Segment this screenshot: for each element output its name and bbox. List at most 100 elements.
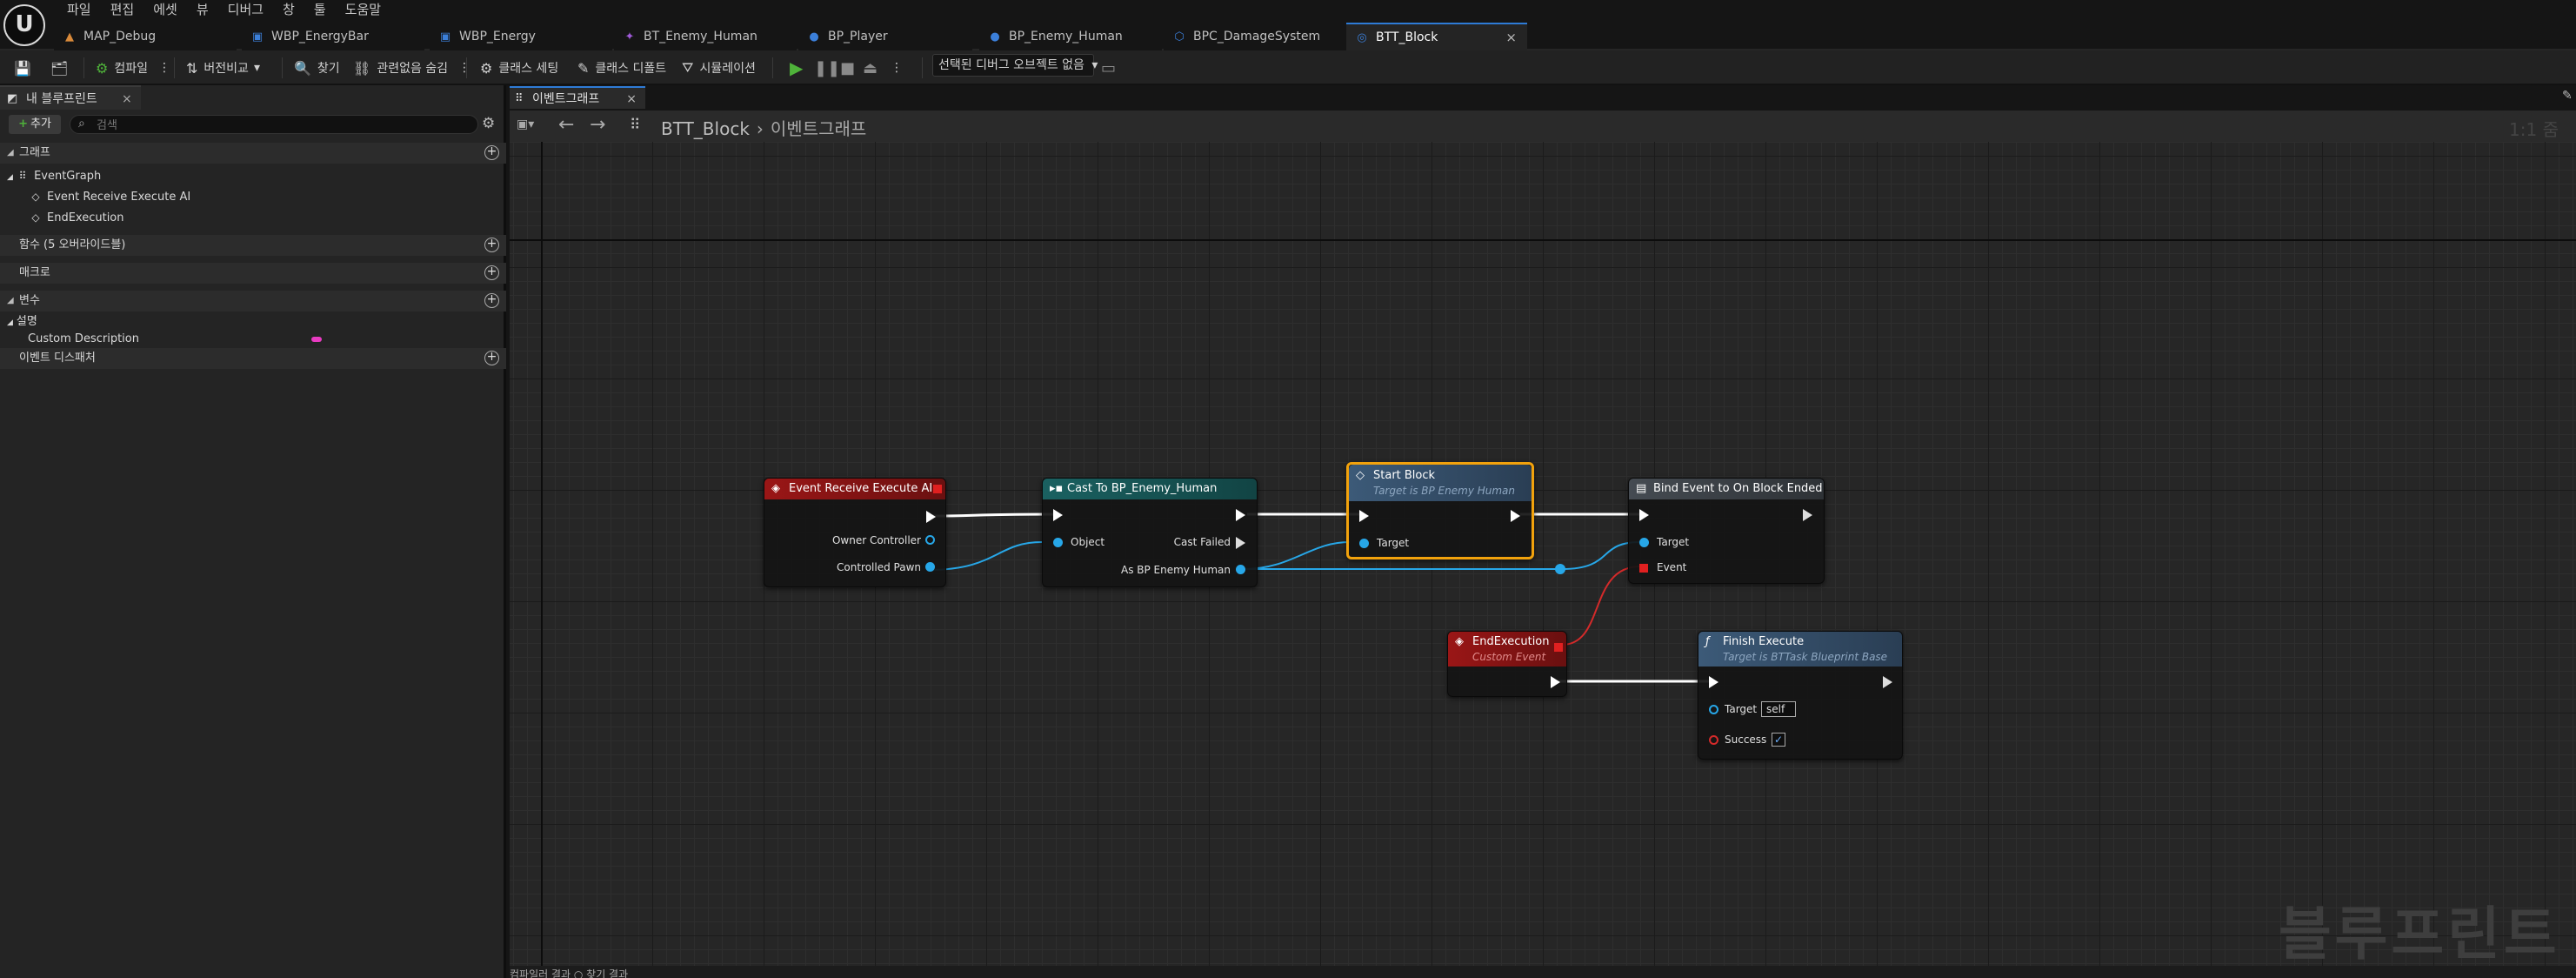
simulation-icon: ⛛ — [682, 59, 694, 76]
success-input-pin[interactable] — [1709, 735, 1718, 745]
owner-controller-pin[interactable] — [925, 535, 935, 545]
exec-output-pin[interactable] — [1551, 676, 1560, 688]
back-arrow-icon[interactable]: ← — [558, 114, 574, 136]
node-title: Start Block — [1373, 469, 1436, 482]
node-event-receive-execute-ai[interactable]: ◈ Event Receive Execute AI Owner Controll… — [764, 478, 946, 587]
tab-wbp-energy[interactable]: ▣ WBP_Energy — [430, 23, 612, 50]
node-start-block[interactable]: ◇ Start Block Target is BP Enemy Human Ta… — [1346, 462, 1534, 559]
eject-button[interactable]: ⏏ — [863, 50, 878, 85]
tab-wbp-energybar[interactable]: ▣ WBP_EnergyBar — [242, 23, 424, 50]
section-variables[interactable]: ◢ 변수 + — [0, 291, 506, 311]
close-tab-icon[interactable]: × — [1505, 30, 1517, 45]
exec-input-pin[interactable] — [1359, 510, 1369, 522]
browse-button[interactable]: 🗂 — [50, 50, 74, 85]
exec-input-pin[interactable] — [1709, 676, 1718, 688]
menu-debug[interactable]: 디버그 — [218, 0, 273, 19]
custom-description-label: Custom Description — [28, 332, 139, 345]
node-header: ◈ EndExecution Custom Event — [1448, 632, 1566, 667]
more-options-icon[interactable]: ⋮ — [458, 61, 470, 75]
add-dispatcher-icon[interactable]: + — [484, 351, 499, 365]
exec-input-pin[interactable] — [1053, 509, 1063, 521]
add-graph-icon[interactable]: + — [484, 145, 499, 160]
menu-window[interactable]: 창 — [273, 0, 304, 19]
section-graphs[interactable]: ◢ 그래프 + — [0, 143, 506, 164]
cast-failed-pin[interactable] — [1236, 537, 1245, 549]
my-blueprint-tab[interactable]: ◩ 내 블루프린트 × — [0, 85, 141, 110]
stop-button[interactable]: ■ — [840, 50, 855, 85]
tab-map-debug[interactable]: ▲ MAP_Debug — [54, 23, 237, 50]
save-button[interactable]: 💾 — [14, 50, 37, 85]
tab-bp-enemy-human[interactable]: ● BP_Enemy_Human — [979, 23, 1162, 50]
exec-output-pin[interactable] — [1883, 676, 1892, 688]
debug-object-select[interactable]: 선택된 디버그 오브젝트 없음 ▾ — [932, 54, 1098, 77]
hide-unrelated-button[interactable]: ⛓ 관련없음 숨김 ⋮ — [353, 50, 470, 85]
forward-arrow-icon[interactable]: → — [590, 114, 605, 136]
object-input-pin[interactable] — [1053, 538, 1063, 547]
diff-button[interactable]: ⇅ 버전비교 ▾ — [186, 50, 260, 85]
add-variable-icon[interactable]: + — [484, 293, 499, 308]
graph-options-icon[interactable]: ▣▾ — [517, 117, 534, 131]
tree-item-end-execution[interactable]: ◇ EndExecution — [30, 207, 123, 228]
exec-output-pin[interactable] — [1803, 509, 1812, 521]
unreal-logo-icon[interactable]: U — [3, 4, 45, 46]
exec-output-pin[interactable] — [1236, 509, 1245, 521]
target-input-pin[interactable] — [1639, 538, 1649, 547]
close-icon[interactable]: × — [122, 87, 132, 111]
menu-tools[interactable]: 툴 — [304, 0, 336, 19]
pencil-icon[interactable]: ✎ — [2562, 89, 2573, 103]
string-type-pill-icon[interactable] — [311, 337, 322, 342]
pause-button[interactable]: ❚❚ — [814, 50, 840, 85]
close-icon[interactable]: × — [626, 88, 637, 111]
find-button[interactable]: 🔍 찾기 — [294, 50, 340, 85]
class-defaults-button[interactable]: ✎ 클래스 디폴트 — [577, 50, 666, 85]
more-options-icon[interactable]: ⋮ — [158, 61, 170, 75]
success-checkbox[interactable]: ✓ — [1772, 733, 1785, 747]
menu-view[interactable]: 뷰 — [187, 0, 218, 19]
target-input-pin[interactable] — [1359, 539, 1369, 548]
compile-button[interactable]: ⚙ 컴파일 ⋮ — [96, 50, 170, 85]
node-bind-event-on-block-ended[interactable]: ▤ Bind Event to On Block Ended Target Eve… — [1628, 478, 1825, 584]
add-function-icon[interactable]: + — [484, 238, 499, 252]
event-delegate-pin[interactable] — [1639, 564, 1648, 573]
gear-icon[interactable]: ⚙ — [482, 115, 495, 132]
bottom-panel-tabs[interactable]: 컴파일러 결과 ○ 찾기 결과 — [510, 966, 2576, 978]
menu-asset[interactable]: 에셋 — [143, 0, 187, 19]
exec-output-pin[interactable] — [1511, 510, 1520, 522]
tab-btt-block[interactable]: ◎ BTT_Block × — [1346, 23, 1527, 50]
delegate-output-pin[interactable] — [1554, 643, 1563, 652]
delegate-output-pin[interactable] — [933, 485, 942, 493]
search-input[interactable] — [70, 115, 478, 134]
breadcrumb-root[interactable]: BTT_Block — [661, 118, 750, 139]
menu-file[interactable]: 파일 — [57, 0, 101, 19]
play-button[interactable]: ▶ — [790, 50, 803, 85]
menu-edit[interactable]: 편집 — [101, 0, 144, 19]
controlled-pawn-pin[interactable] — [925, 562, 935, 572]
graph-canvas[interactable]: ◈ Event Receive Execute AI Owner Controll… — [510, 142, 2576, 969]
class-settings-button[interactable]: ⚙ 클래스 세팅 — [480, 50, 558, 85]
event-graph-tab[interactable]: ⠿ 이벤트그래프 × — [510, 86, 645, 109]
add-button[interactable]: + 추가 — [9, 115, 61, 134]
debug-browse-button[interactable]: ▭ — [1101, 50, 1116, 85]
target-self-field[interactable]: self — [1761, 701, 1796, 717]
add-macro-icon[interactable]: + — [484, 265, 499, 280]
play-options-button[interactable]: ⋮ — [891, 50, 903, 85]
simulation-button[interactable]: ⛛ 시뮬레이션 — [682, 50, 756, 85]
section-event-dispatchers[interactable]: 이벤트 디스패처 + — [0, 348, 506, 369]
tab-bpc-damagesystem[interactable]: ⬡ BPC_DamageSystem — [1164, 23, 1346, 50]
tab-bt-enemy-human[interactable]: ✦ BT_Enemy_Human — [614, 23, 797, 50]
node-end-execution[interactable]: ◈ EndExecution Custom Event — [1447, 631, 1567, 697]
menu-help[interactable]: 도움말 — [336, 0, 390, 19]
exec-output-pin[interactable] — [926, 511, 936, 523]
exec-input-pin[interactable] — [1639, 509, 1649, 521]
tree-item-custom-description[interactable]: Custom Description — [28, 329, 139, 350]
node-cast-to-bp-enemy-human[interactable]: ▸▪ Cast To BP_Enemy_Human Object Cast Fai… — [1042, 478, 1258, 587]
section-macros[interactable]: 매크로 + — [0, 263, 506, 284]
tab-bp-player[interactable]: ● BP_Player — [798, 23, 972, 50]
as-bp-enemy-human-pin[interactable] — [1236, 565, 1245, 574]
tree-item-eventgraph[interactable]: ◢ ⠿ EventGraph — [7, 165, 101, 186]
node-finish-execute[interactable]: ƒ Finish Execute Target is BTTask Bluepri… — [1698, 631, 1903, 760]
event-graph-icon: ⠿ — [18, 170, 27, 182]
tree-item-event-receive[interactable]: ◇ Event Receive Execute AI — [30, 186, 190, 207]
section-functions[interactable]: 함수 (5 오버라이드블) + — [0, 235, 506, 256]
target-input-pin[interactable] — [1709, 705, 1718, 714]
